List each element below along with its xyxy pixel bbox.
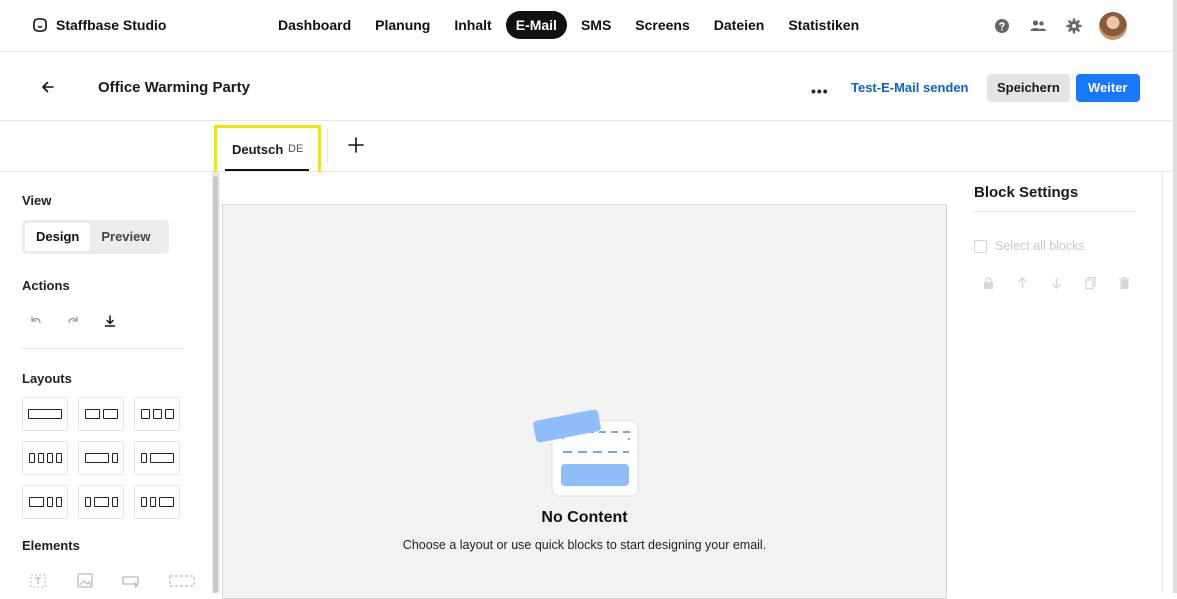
elements-heading: Elements [22,538,80,553]
block-actions-toolbar [982,276,1131,290]
download-icon[interactable] [101,312,119,330]
nav-item-screens[interactable]: Screens [625,11,699,39]
block-settings-divider [974,211,1136,212]
nav-item-dateien[interactable]: Dateien [704,11,775,39]
language-tab-code: DE [288,143,304,155]
layout-3-columns[interactable] [134,397,180,431]
nav-item-sms[interactable]: SMS [571,11,621,39]
button-block-icon[interactable] [122,572,142,590]
block-settings-title: Block Settings [974,184,1079,201]
view-preview-button[interactable]: Preview [90,223,161,251]
layout-two-narrow-wide[interactable] [134,485,180,519]
text-block-icon[interactable] [28,572,48,590]
layout-wide-narrow[interactable] [78,441,124,475]
layout-wide-two-narrow[interactable] [22,485,68,519]
layout-1-column[interactable] [22,397,68,431]
gear-icon[interactable] [1063,15,1085,37]
empty-state-title: No Content [541,509,628,526]
nav-item-email[interactable]: E-Mail [505,11,567,39]
nav-right-group [991,12,1127,40]
back-arrow-icon[interactable] [38,77,58,97]
layouts-grid [22,397,180,519]
language-divider [327,128,328,162]
language-bar: Deutsch DE [0,122,1173,178]
select-all-blocks-checkbox[interactable]: Select all blocks [974,239,1085,253]
arrow-up-icon[interactable] [1016,276,1029,290]
actions-heading: Actions [22,278,70,293]
layout-2-columns[interactable] [78,397,124,431]
email-canvas[interactable]: No Content Choose a layout or use quick … [222,204,947,599]
copy-icon[interactable] [1084,276,1097,290]
page-title: Office Warming Party [98,79,250,96]
main-nav: Dashboard Planung Inhalt E-Mail SMS Scre… [268,11,869,39]
checkbox-box[interactable] [974,239,987,253]
window-scrollbar[interactable] [1173,0,1177,593]
arrow-down-icon[interactable] [1050,276,1063,290]
save-button[interactable]: Speichern [987,74,1070,102]
sidebar-divider [22,348,184,349]
redo-icon[interactable] [64,312,82,330]
undo-icon[interactable] [27,312,45,330]
email-canvas-area: No Content Choose a layout or use quick … [220,172,963,599]
empty-state-description: Choose a layout or use quick blocks to s… [402,538,767,552]
panel-border [1162,172,1163,593]
active-tab-indicator [225,169,309,171]
actions-toolbar [27,312,119,330]
nav-item-statistiken[interactable]: Statistiken [778,11,869,39]
image-block-icon[interactable] [75,572,95,590]
view-toggle: Design Preview [22,220,169,254]
editor-sidebar: View Design Preview Actions Layouts Elem… [0,172,212,593]
layout-narrow-wide[interactable] [134,441,180,475]
sidebar-scrollbar-thumb[interactable] [213,176,218,593]
add-language-plus-icon[interactable] [345,134,367,156]
trash-icon[interactable] [1118,276,1131,290]
nav-item-planung[interactable]: Planung [365,11,440,39]
language-tab-deutsch[interactable]: Deutsch DE [214,125,321,178]
editor-header: Office Warming Party ••• Test-E-Mail sen… [0,53,1173,121]
view-heading: View [22,193,52,208]
staffbase-logo-icon [33,18,47,32]
elements-toolbar [28,572,195,590]
help-icon[interactable] [991,15,1013,37]
layout-4-columns[interactable] [22,441,68,475]
users-icon[interactable] [1027,15,1049,37]
layout-narrow-wide-narrow[interactable] [78,485,124,519]
brand-name: Staffbase Studio [56,17,167,33]
block-settings-panel: Block Settings Select all blocks [963,172,1162,593]
layouts-heading: Layouts [22,371,72,386]
top-navigation: Staffbase Studio Dashboard Planung Inhal… [0,0,1173,52]
sidebar-scrollbar[interactable] [212,172,220,593]
spacer-block-icon[interactable] [169,572,195,590]
view-design-button[interactable]: Design [25,223,91,251]
user-avatar[interactable] [1099,12,1127,40]
more-options-button[interactable]: ••• [811,83,829,99]
next-button[interactable]: Weiter [1076,74,1140,102]
language-tab-label: Deutsch [232,142,284,157]
nav-item-dashboard[interactable]: Dashboard [268,11,361,39]
nav-item-inhalt[interactable]: Inhalt [444,11,501,39]
select-all-blocks-label: Select all blocks [995,239,1085,253]
brand-logo[interactable]: Staffbase Studio [32,17,166,33]
send-test-email-link[interactable]: Test-E-Mail senden [851,80,969,95]
lock-icon[interactable] [982,276,995,290]
empty-state-illustration-icon [533,410,639,497]
